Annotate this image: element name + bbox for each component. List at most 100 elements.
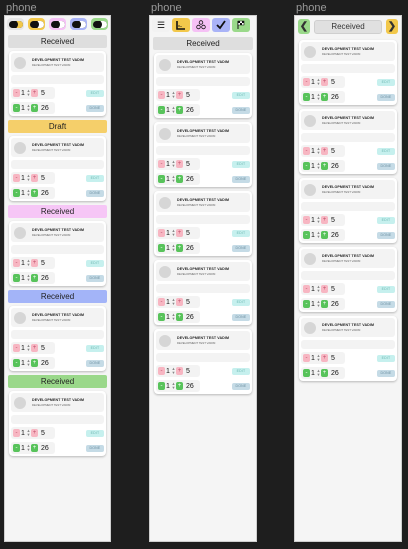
list-icon[interactable]: ☰: [152, 18, 170, 32]
minus-button[interactable]: -: [158, 298, 165, 306]
nodes-icon[interactable]: [192, 18, 210, 32]
plus-button[interactable]: +: [176, 160, 183, 168]
minus-button[interactable]: -: [303, 216, 310, 224]
toggle-default[interactable]: [7, 18, 24, 30]
edit-button[interactable]: EDIT: [86, 344, 104, 352]
minus-button[interactable]: -: [303, 354, 310, 362]
minus-button[interactable]: -: [303, 369, 310, 377]
toggle-green[interactable]: [91, 18, 108, 30]
plus-button[interactable]: +: [31, 429, 38, 437]
order-card[interactable]: DEVELOPMENT TEST VADIM DEVELOPMENT TEST …: [154, 260, 252, 325]
plus-button[interactable]: +: [176, 313, 183, 321]
order-card[interactable]: DEVELOPMENT TEST VADIM DEVELOPMENT TEST …: [154, 122, 252, 187]
plus-button[interactable]: +: [176, 298, 183, 306]
plus-button[interactable]: +: [321, 369, 328, 377]
minus-button[interactable]: -: [13, 104, 20, 112]
order-card[interactable]: DEVELOPMENT TEST VADIM DEVELOPMENT TEST …: [154, 191, 252, 256]
done-button[interactable]: DONE: [232, 175, 250, 183]
plus-button[interactable]: +: [31, 189, 38, 197]
minus-button[interactable]: -: [158, 244, 165, 252]
plus-button[interactable]: +: [176, 367, 183, 375]
minus-button[interactable]: -: [303, 285, 310, 293]
edit-button[interactable]: EDIT: [232, 298, 250, 306]
plus-button[interactable]: +: [321, 216, 328, 224]
plus-button[interactable]: +: [321, 162, 328, 170]
edit-button[interactable]: EDIT: [232, 229, 250, 237]
minus-button[interactable]: -: [13, 259, 20, 267]
order-card[interactable]: DEVELOPMENT TEST VADIM DEVELOPMENT TEST …: [9, 391, 106, 456]
edit-button[interactable]: EDIT: [377, 147, 395, 155]
plus-button[interactable]: +: [31, 174, 38, 182]
order-card[interactable]: DEVELOPMENT TEST VADIM DEVELOPMENT TEST …: [9, 221, 106, 286]
plus-button[interactable]: +: [321, 147, 328, 155]
edit-button[interactable]: EDIT: [232, 160, 250, 168]
plus-button[interactable]: +: [31, 444, 38, 452]
edit-button[interactable]: EDIT: [377, 285, 395, 293]
done-button[interactable]: DONE: [86, 359, 104, 367]
minus-button[interactable]: -: [158, 106, 165, 114]
minus-button[interactable]: -: [13, 344, 20, 352]
done-button[interactable]: DONE: [377, 300, 395, 308]
minus-button[interactable]: -: [13, 429, 20, 437]
done-button[interactable]: DONE: [86, 274, 104, 282]
minus-button[interactable]: -: [158, 229, 165, 237]
plus-button[interactable]: +: [31, 89, 38, 97]
edit-button[interactable]: EDIT: [232, 367, 250, 375]
minus-button[interactable]: -: [158, 160, 165, 168]
minus-button[interactable]: -: [158, 382, 165, 390]
edit-button[interactable]: EDIT: [377, 354, 395, 362]
edit-button[interactable]: EDIT: [86, 89, 104, 97]
minus-button[interactable]: -: [158, 91, 165, 99]
edit-button[interactable]: EDIT: [377, 78, 395, 86]
minus-button[interactable]: -: [158, 313, 165, 321]
order-card[interactable]: DEVELOPMENT TEST VADIM DEVELOPMENT TEST …: [9, 306, 106, 371]
done-button[interactable]: DONE: [232, 106, 250, 114]
plus-button[interactable]: +: [321, 354, 328, 362]
done-button[interactable]: DONE: [86, 104, 104, 112]
done-button[interactable]: DONE: [377, 231, 395, 239]
done-button[interactable]: DONE: [377, 369, 395, 377]
done-button[interactable]: DONE: [232, 244, 250, 252]
plus-button[interactable]: +: [31, 274, 38, 282]
done-button[interactable]: DONE: [377, 162, 395, 170]
order-card[interactable]: DEVELOPMENT TEST VADIM DEVELOPMENT TEST …: [299, 109, 397, 174]
edit-button[interactable]: EDIT: [232, 91, 250, 99]
toggle-draft[interactable]: [28, 18, 45, 30]
minus-button[interactable]: -: [303, 231, 310, 239]
minus-button[interactable]: -: [13, 189, 20, 197]
edit-button[interactable]: EDIT: [86, 259, 104, 267]
done-button[interactable]: DONE: [86, 444, 104, 452]
order-card[interactable]: DEVELOPMENT TEST VADIM DEVELOPMENT TEST …: [154, 329, 252, 394]
order-card[interactable]: DEVELOPMENT TEST VADIM DEVELOPMENT TEST …: [299, 316, 397, 381]
plus-button[interactable]: +: [321, 93, 328, 101]
done-button[interactable]: DONE: [232, 313, 250, 321]
ruler-icon[interactable]: [172, 18, 190, 32]
done-button[interactable]: DONE: [86, 189, 104, 197]
minus-button[interactable]: -: [13, 444, 20, 452]
plus-button[interactable]: +: [321, 285, 328, 293]
plus-button[interactable]: +: [321, 300, 328, 308]
plus-button[interactable]: +: [176, 382, 183, 390]
minus-button[interactable]: -: [158, 367, 165, 375]
minus-button[interactable]: -: [158, 175, 165, 183]
flag-icon[interactable]: [232, 18, 250, 32]
toggle-blue[interactable]: [70, 18, 87, 30]
plus-button[interactable]: +: [31, 104, 38, 112]
plus-button[interactable]: +: [31, 359, 38, 367]
order-card[interactable]: DEVELOPMENT TEST VADIM DEVELOPMENT TEST …: [299, 178, 397, 243]
minus-button[interactable]: -: [13, 174, 20, 182]
plus-button[interactable]: +: [31, 344, 38, 352]
edit-button[interactable]: EDIT: [377, 216, 395, 224]
plus-button[interactable]: +: [176, 229, 183, 237]
plus-button[interactable]: +: [321, 231, 328, 239]
edit-button[interactable]: EDIT: [86, 174, 104, 182]
check-icon[interactable]: [212, 18, 230, 32]
minus-button[interactable]: -: [13, 359, 20, 367]
plus-button[interactable]: +: [176, 91, 183, 99]
plus-button[interactable]: +: [31, 259, 38, 267]
minus-button[interactable]: -: [303, 162, 310, 170]
minus-button[interactable]: -: [13, 89, 20, 97]
plus-button[interactable]: +: [176, 175, 183, 183]
toggle-pink[interactable]: [49, 18, 66, 30]
plus-button[interactable]: +: [176, 244, 183, 252]
